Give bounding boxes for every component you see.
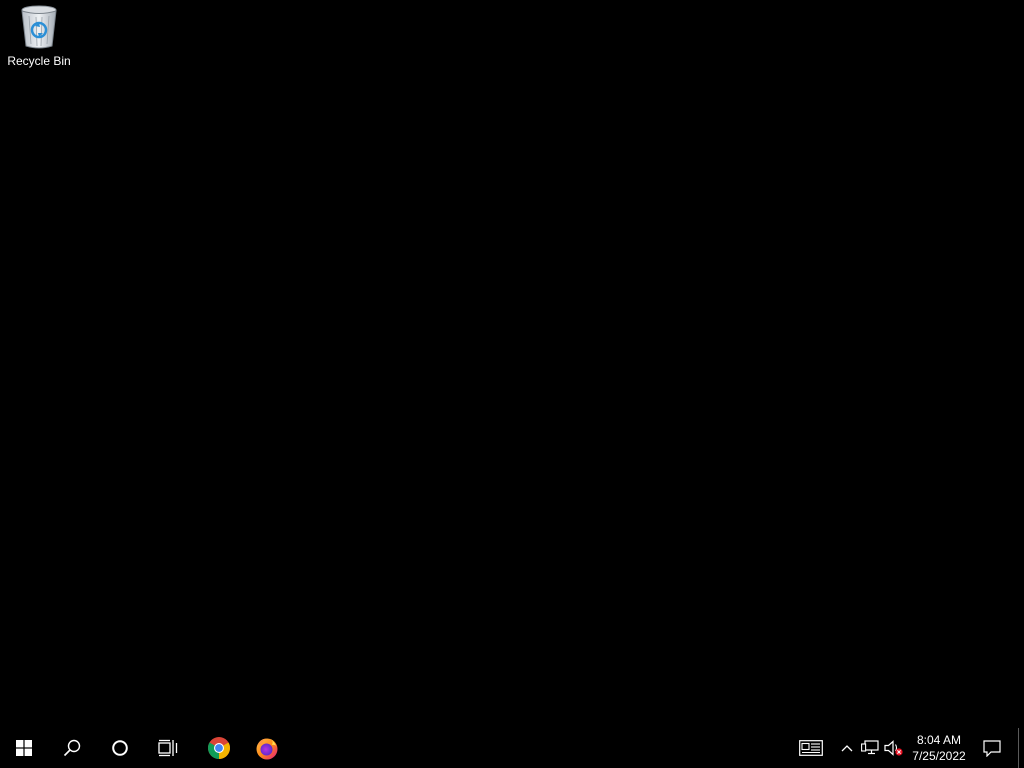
clock-date: 7/25/2022	[912, 749, 966, 763]
news-and-interests-icon	[799, 740, 823, 756]
show-desktop-button[interactable]	[1018, 728, 1024, 768]
volume-muted-icon	[884, 740, 903, 756]
news-and-interests-button[interactable]	[794, 728, 828, 768]
task-view-button[interactable]	[144, 728, 192, 768]
recycle-bin-icon	[21, 5, 57, 49]
cortana-button[interactable]	[96, 728, 144, 768]
start-button[interactable]	[0, 728, 48, 768]
action-center-button[interactable]	[978, 728, 1006, 768]
taskbar-app-chrome[interactable]	[195, 728, 243, 768]
task-view-icon	[158, 739, 178, 757]
clock[interactable]: 8:04 AM 7/25/2022	[906, 728, 972, 768]
cortana-circle-icon	[112, 740, 128, 756]
search-icon	[63, 739, 81, 757]
firefox-icon	[256, 738, 278, 760]
network-icon	[861, 740, 879, 755]
recycle-bin-shortcut[interactable]: Recycle Bin	[4, 4, 74, 76]
windows-logo-icon	[16, 740, 32, 756]
search-button[interactable]	[48, 728, 96, 768]
chevron-up-icon	[841, 745, 853, 752]
clock-time: 8:04 AM	[916, 733, 962, 747]
taskbar-app-firefox[interactable]	[243, 728, 291, 768]
action-center-icon	[983, 739, 1001, 757]
desktop[interactable]: Recycle Bin	[0, 0, 1024, 728]
taskbar: 8:04 AM 7/25/2022	[0, 728, 1024, 768]
volume-button[interactable]	[882, 728, 906, 768]
chrome-icon	[208, 737, 230, 759]
recycle-bin-label: Recycle Bin	[7, 54, 71, 68]
network-button[interactable]	[858, 728, 882, 768]
show-hidden-icons-button[interactable]	[836, 728, 858, 768]
